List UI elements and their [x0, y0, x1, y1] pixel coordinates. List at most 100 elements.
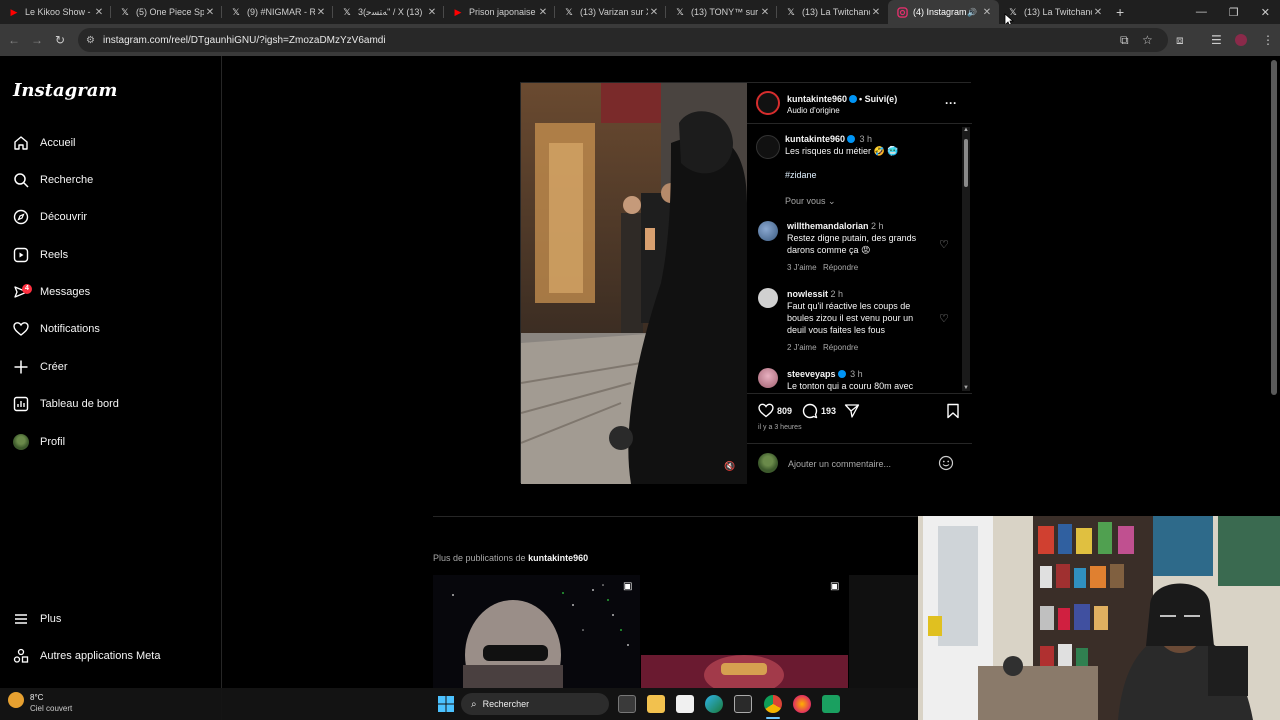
browser-tab[interactable]: 𝕏 (13) La Twitchanc ✕ — [999, 0, 1110, 24]
heart-icon — [12, 320, 30, 338]
browser-tab[interactable]: 𝕏 (13) La Twitchanc ✕ — [777, 0, 888, 24]
task-view-icon[interactable] — [618, 695, 636, 713]
reload-icon[interactable]: ↻ — [55, 33, 65, 47]
browser-tab[interactable]: ▶ Prison japonaise ✕ — [444, 0, 555, 24]
follow-state[interactable]: • Suivi(e) — [859, 94, 897, 104]
file-explorer-icon[interactable] — [647, 695, 665, 713]
browser-tab[interactable]: ▶ Le Kikoo Show - Y ✕ — [0, 0, 111, 24]
browser-tab[interactable]: 𝕏 (13) TONY™ sur X ✕ — [666, 0, 777, 24]
comment-username[interactable]: willthemandalorian — [787, 221, 869, 231]
mute-icon[interactable]: 🔇 — [724, 461, 735, 472]
more-publications-username[interactable]: kuntakinte960 — [528, 553, 588, 563]
caption-avatar[interactable] — [756, 135, 780, 159]
comment-count[interactable]: 193 — [821, 406, 836, 416]
extensions-icon[interactable]: ⧈ — [1176, 33, 1184, 48]
browser-tab[interactable]: 𝕏 (13) Varizan sur X ✕ — [555, 0, 666, 24]
new-tab-button[interactable]: + — [1116, 4, 1124, 20]
close-icon[interactable]: ✕ — [759, 7, 771, 18]
sidebar-item-meta-apps[interactable]: Autres applications Meta — [12, 641, 160, 671]
chrome-icon[interactable] — [764, 695, 782, 713]
author-username[interactable]: kuntakinte960 • Suivi(e) — [787, 94, 897, 104]
sidepanel-icon[interactable]: ☰ — [1211, 33, 1222, 47]
weather-icon[interactable] — [8, 692, 24, 708]
store-icon[interactable] — [734, 695, 752, 713]
comment-avatar[interactable] — [758, 368, 778, 388]
sidebar-item-plus[interactable]: Plus — [12, 604, 61, 634]
emoji-picker-icon[interactable] — [938, 455, 954, 476]
reply-button[interactable]: Répondre — [823, 263, 858, 272]
notepad-icon[interactable] — [676, 695, 694, 713]
instagram-logo[interactable]: Instagram — [13, 80, 117, 101]
sidebar-item-tableau-de-bord[interactable]: Tableau de bord — [12, 389, 119, 419]
sort-comments[interactable]: Pour vous ⌄ — [785, 196, 836, 207]
comment-likes[interactable]: 3 J'aime — [787, 263, 817, 272]
comment-heart-icon[interactable]: ♡ — [939, 312, 949, 325]
site-info-icon[interactable]: ⚙ — [86, 35, 95, 46]
profile-avatar[interactable] — [1235, 34, 1247, 46]
comment-avatar[interactable] — [758, 288, 778, 308]
caption-username[interactable]: kuntakinte960 — [785, 134, 845, 144]
share-button[interactable] — [844, 403, 860, 424]
back-icon[interactable]: ← — [8, 33, 20, 47]
comment-heart-icon[interactable]: ♡ — [939, 238, 949, 251]
speaker-icon[interactable]: 🔊 — [967, 8, 977, 17]
sidebar-item-recherche[interactable]: Recherche — [12, 165, 93, 195]
publication-thumbnail[interactable] — [849, 575, 918, 688]
sidebar-item-decouvrir[interactable]: Découvrir — [12, 202, 87, 232]
plus-icon — [12, 358, 30, 376]
close-icon[interactable]: ✕ — [315, 7, 327, 18]
browser-menu-icon[interactable]: ⋮ — [1262, 33, 1274, 47]
sidebar-item-messages[interactable]: 4 Messages — [12, 277, 90, 307]
close-icon[interactable]: ✕ — [981, 7, 993, 18]
webcam-overlay — [918, 516, 1280, 720]
sidebar-item-profil[interactable]: Profil — [12, 427, 65, 457]
reply-button[interactable]: Répondre — [823, 343, 858, 352]
publication-thumbnail[interactable]: ▣ — [641, 575, 848, 688]
install-app-icon[interactable]: ⧉ — [1120, 33, 1129, 48]
sidebar-item-reels[interactable]: Reels — [12, 240, 68, 270]
sidebar-item-notifications[interactable]: Notifications — [12, 314, 100, 344]
windows-start-icon[interactable] — [438, 696, 454, 717]
close-window-icon[interactable]: ✕ — [1261, 6, 1270, 19]
sidebar-item-creer[interactable]: Créer — [12, 352, 68, 382]
app-icon[interactable] — [822, 695, 840, 713]
close-icon[interactable]: ✕ — [537, 7, 549, 18]
close-icon[interactable]: ✕ — [426, 7, 438, 18]
close-icon[interactable]: ✕ — [93, 7, 105, 18]
browser-tab-active[interactable]: (4) Instagram 🔊 ✕ — [888, 0, 999, 24]
sidebar-item-accueil[interactable]: Accueil — [12, 128, 75, 158]
close-icon[interactable]: ✕ — [204, 7, 216, 18]
comment-avatar[interactable] — [758, 221, 778, 241]
close-icon[interactable]: ✕ — [648, 7, 660, 18]
reel-video[interactable]: 🔇 — [521, 83, 747, 484]
author-avatar[interactable] — [756, 91, 780, 115]
url-input[interactable]: ⚙ instagram.com/reel/DTgaunhiGNU/?igsh=Z… — [78, 28, 1168, 52]
caption-hashtag[interactable]: #zidane — [785, 170, 817, 180]
comment-username[interactable]: steeveyaps — [787, 369, 836, 379]
audio-label[interactable]: Audio d'origine — [787, 106, 840, 115]
like-count[interactable]: 809 — [777, 406, 792, 416]
browser-tab[interactable]: 𝕏 (9) #NIGMAR - Re ✕ — [222, 0, 333, 24]
page-scrollbar[interactable] — [1271, 60, 1277, 395]
reel-post: 🔇 kuntakinte960 • Suivi(e) Audio d'origin… — [520, 82, 972, 484]
close-icon[interactable]: ✕ — [1092, 7, 1104, 18]
save-button[interactable] — [946, 403, 960, 424]
close-icon[interactable]: ✕ — [870, 7, 882, 18]
more-options-icon[interactable]: ··· — [945, 96, 957, 110]
comment-button[interactable] — [802, 403, 818, 424]
publication-thumbnail[interactable]: ▣ — [433, 575, 640, 688]
comments-scrollbar[interactable]: ▲ ▼ — [962, 127, 970, 391]
bookmark-star-icon[interactable]: ☆ — [1142, 33, 1153, 47]
browser-tab[interactable]: 𝕏 (5) One Piece Sp ✕ — [111, 0, 222, 24]
like-button[interactable] — [758, 403, 774, 423]
maximize-icon[interactable]: ❐ — [1229, 6, 1239, 19]
comment-likes[interactable]: 2 J'aime — [787, 343, 817, 352]
comment-username[interactable]: nowlessit — [787, 289, 828, 299]
minimize-icon[interactable]: — — [1196, 6, 1207, 18]
taskbar-search[interactable]: ⌕ Rechercher — [461, 693, 609, 715]
firefox-icon[interactable] — [793, 695, 811, 713]
add-comment-input[interactable]: Ajouter un commentaire... — [788, 459, 891, 469]
edge-icon[interactable] — [705, 695, 723, 713]
forward-icon[interactable]: → — [31, 33, 43, 47]
browser-tab[interactable]: 𝕏 ﻪﺘﺴﺣ)3" / X (13) ✕ — [333, 0, 444, 24]
